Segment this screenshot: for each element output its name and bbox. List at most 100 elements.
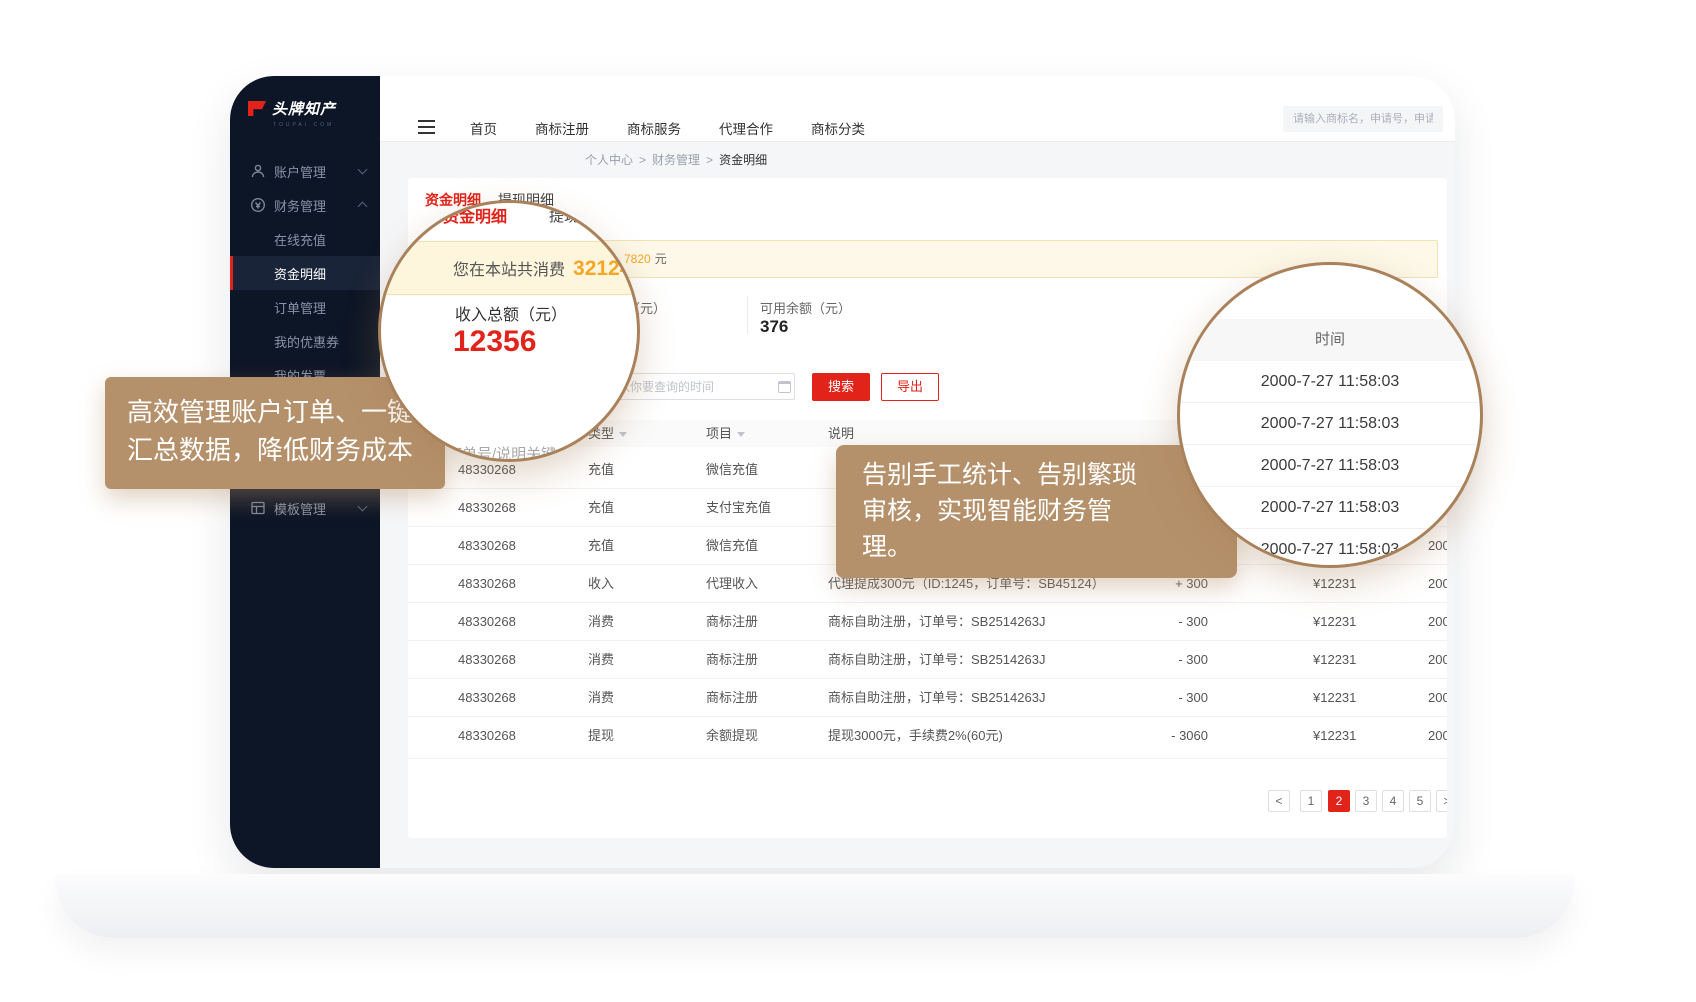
left-callout-line2: 汇总数据，降低财务成本 (127, 431, 423, 469)
cell-balance: ¥12231 (1313, 565, 1356, 603)
breadcrumb: 个人中心>财务管理>资金明细 (585, 150, 767, 170)
sidebar-item-funds-detail[interactable]: 资金明细 (230, 256, 380, 290)
magnified-banner-amount: 32124 (573, 257, 631, 280)
brand-logo[interactable]: 头牌知产 TOUPAI.COM (248, 98, 368, 128)
cell-desc: 商标自助注册，订单号：SB2514263J (828, 641, 1045, 679)
cell-type: 收入 (588, 565, 614, 603)
nav-item-trademark-category[interactable]: 商标分类 (811, 118, 865, 138)
magnified-tab-withdraw: 提现明细 (549, 205, 609, 226)
cell-time: 2000-7-27 11:58:03 (1428, 679, 1447, 717)
cell-order: 48330268 (458, 717, 516, 755)
cell-type: 消费 (588, 641, 614, 679)
cell-amount: - 300 (1088, 679, 1208, 717)
top-nav: 首页 商标注册 商标服务 代理合作 商标分类 (380, 76, 1455, 142)
cell-balance: ¥12231 (1313, 679, 1356, 717)
laptop-base (55, 874, 1575, 938)
cell-type: 消费 (588, 679, 614, 717)
breadcrumb-finance[interactable]: 财务管理 (652, 153, 700, 167)
page: 头牌知产 TOUPAI.COM 账户管理 财务管理 在线充值 (0, 0, 1696, 1002)
pagination-prev[interactable]: < (1268, 790, 1290, 812)
pagination-page-1[interactable]: 1 (1300, 790, 1322, 812)
sidebar-item-label: 在线充值 (274, 230, 326, 249)
sort-caret-icon (737, 432, 745, 437)
breadcrumb-separator: > (706, 153, 713, 167)
nav-item-home[interactable]: 首页 (470, 118, 497, 138)
cell-amount: - 3060 (1088, 717, 1208, 755)
right-callout-line1: 告别手工统计、告别繁琐 (862, 457, 1211, 493)
header-item[interactable]: 项目 (706, 420, 745, 447)
magnified-time-row: 2000-7-27 11:58:03 (1180, 529, 1480, 568)
breadcrumb-personal-center[interactable]: 个人中心 (585, 153, 633, 167)
cell-item: 微信充值 (706, 527, 758, 565)
nav-item-trademark-service[interactable]: 商标服务 (627, 118, 681, 138)
trademark-search-input[interactable] (1283, 106, 1443, 132)
right-callout: 告别手工统计、告别繁琐 审核，实现智能财务管 理。 (836, 445, 1237, 578)
cell-order: 48330268 (458, 603, 516, 641)
cell-time: 2000-7-27 11:58:03 (1428, 565, 1447, 603)
pagination-page-3[interactable]: 3 (1355, 790, 1377, 812)
sidebar-item-orders[interactable]: 订单管理 (230, 290, 380, 324)
nav-item-trademark-register[interactable]: 商标注册 (535, 118, 589, 138)
sidebar-item-label: 订单管理 (274, 298, 326, 317)
chevron-up-icon (358, 202, 368, 212)
available-balance-label: 可用余额（元） (760, 298, 851, 317)
magnified-banner-text: 您在本站共消费 (453, 262, 565, 279)
magnified-time-row: 2000-7-27 11:58:03 (1180, 361, 1480, 403)
brand-name: 头牌知产 (272, 98, 336, 119)
cell-item: 商标注册 (706, 679, 758, 717)
left-magnifier: 资金明细 提现明细 您在本站共消费32124 收入总额（元） 12356 订单号… (378, 200, 640, 462)
sidebar-item-templates[interactable]: 模板管理 (230, 491, 380, 525)
export-button[interactable]: 导出 (881, 373, 939, 401)
cell-order: 48330268 (458, 679, 516, 717)
nav-item-agent-coop[interactable]: 代理合作 (719, 118, 773, 138)
table-row: 48330268 提现 余额提现 提现3000元，手续费2%(60元) - 30… (408, 717, 1447, 759)
pagination-next[interactable]: > (1436, 790, 1447, 812)
sidebar-item-finance[interactable]: 财务管理 (230, 188, 380, 222)
brand-subtitle: TOUPAI.COM (273, 122, 368, 128)
sort-caret-icon (619, 432, 627, 437)
sidebar-item-label: 模板管理 (274, 499, 326, 518)
magnified-income-value: 12356 (453, 325, 536, 359)
sidebar-item-coupons[interactable]: 我的优惠券 (230, 324, 380, 358)
cell-item: 支付宝充值 (706, 489, 771, 527)
magnified-income-label: 收入总额（元） (455, 301, 567, 325)
menu-icon[interactable] (418, 120, 435, 138)
right-callout-line2: 审核，实现智能财务管 (862, 493, 1211, 529)
cell-balance: ¥12231 (1313, 603, 1356, 641)
cell-desc: 商标自助注册，订单号：SB2514263J (828, 679, 1045, 717)
cell-item: 微信充值 (706, 451, 758, 489)
sidebar-item-account[interactable]: 账户管理 (230, 154, 380, 188)
cell-balance: ¥12231 (1313, 641, 1356, 679)
magnified-tab-funds: 资金明细 (443, 203, 507, 227)
cell-order: 48330268 (458, 489, 516, 527)
right-magnifier: 时间 2000-7-27 11:58:03 2000-7-27 11:58:03… (1177, 262, 1483, 568)
chevron-down-icon (358, 502, 368, 512)
table-row: 48330268 消费 商标注册 商标自助注册，订单号：SB2514263J -… (408, 641, 1447, 679)
pagination-page-4[interactable]: 4 (1382, 790, 1404, 812)
search-button[interactable]: 搜索 (812, 373, 870, 401)
brand-flag-icon (248, 101, 266, 116)
breadcrumb-current: 资金明细 (719, 153, 767, 167)
sidebar-item-label: 账户管理 (274, 162, 326, 181)
sidebar-item-label: 资金明细 (274, 264, 326, 283)
header-desc: 说明 (828, 420, 854, 447)
pagination-page-5[interactable]: 5 (1409, 790, 1431, 812)
cell-type: 充值 (588, 489, 614, 527)
magnified-banner: 您在本站共消费 32124 (381, 241, 637, 295)
consumption-unit: 元 (655, 252, 667, 266)
cell-item: 代理收入 (706, 565, 758, 603)
cell-desc: 商标自助注册，订单号：SB2514263J (828, 603, 1045, 641)
finance-icon (250, 197, 266, 213)
pagination-page-2[interactable]: 2 (1328, 790, 1350, 812)
calendar-icon[interactable] (778, 381, 791, 393)
left-callout-line1: 高效管理账户订单、一键 (127, 393, 423, 431)
magnified-time-row: 2000-7-27 11:58:03 (1180, 445, 1480, 487)
cell-order: 48330268 (458, 527, 516, 565)
cell-time: 2000-7-27 11:58:03 (1428, 603, 1447, 641)
cell-balance: ¥12231 (1313, 717, 1356, 755)
cell-item: 商标注册 (706, 603, 758, 641)
sidebar-item-online-recharge[interactable]: 在线充值 (230, 222, 380, 256)
table-row: 48330268 消费 商标注册 商标自助注册，订单号：SB2514263J -… (408, 679, 1447, 717)
cell-time: 2000-7-27 11:58:03 (1428, 641, 1447, 679)
sidebar-item-label: 财务管理 (274, 196, 326, 215)
